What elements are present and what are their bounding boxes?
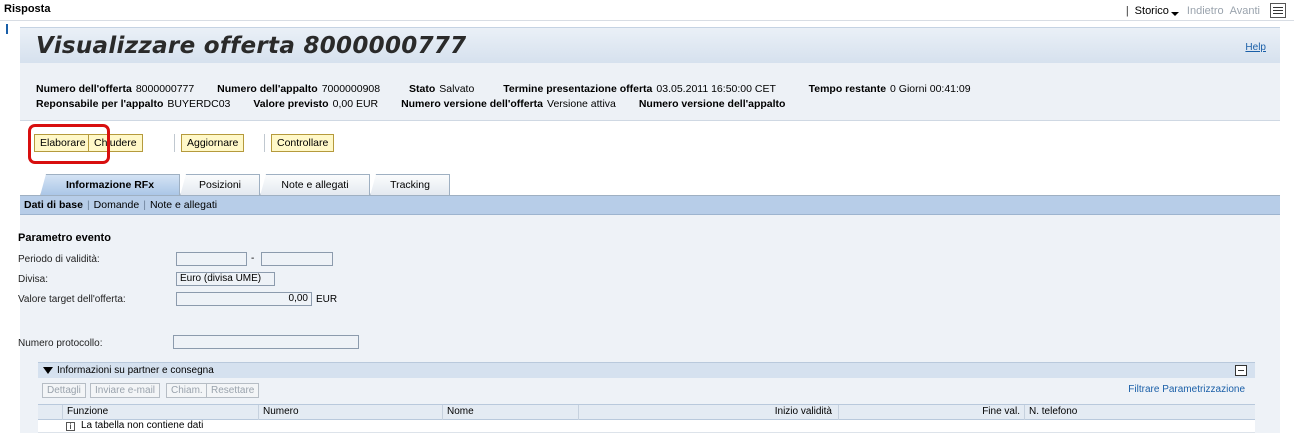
target-value-field[interactable]: 0,00 <box>176 292 312 306</box>
details-button[interactable]: Dettagli <box>42 383 86 398</box>
section-title: Parametro evento <box>18 232 111 244</box>
bid-info-panel: Numero dell'offerta 8000000777 Numero del… <box>20 63 1280 121</box>
tab-tracking[interactable]: Tracking <box>370 174 450 196</box>
validity-from-field[interactable] <box>176 252 247 266</box>
tender-number-label: Numero dell'appalto <box>217 83 318 95</box>
table-row: i La tabella non contiene dati <box>38 420 1255 433</box>
target-unit: EUR <box>316 294 338 305</box>
empty-table-text: La tabella non contiene dati <box>81 420 204 431</box>
update-button[interactable]: Aggiornare <box>181 134 245 152</box>
history-link[interactable]: Storico <box>1135 5 1169 17</box>
help-link[interactable]: Help <box>1245 42 1266 53</box>
responsible-value: BUYERDC03 <box>167 98 231 110</box>
bid-number-value: 8000000777 <box>135 83 195 95</box>
protocol-label: Numero protocollo: <box>18 338 103 349</box>
tab-rfx-info[interactable]: Informazione RFx <box>40 174 180 196</box>
column-header-phone[interactable]: N. telefono <box>1024 405 1255 420</box>
partners-group-header[interactable]: Informazioni su partner e consegna <box>38 362 1255 378</box>
remaining-time-label: Tempo restante <box>808 83 887 95</box>
info-icon: i <box>66 422 75 431</box>
tender-number-value: 7000000908 <box>321 83 381 95</box>
subnav-basic-data[interactable]: Dati di base <box>24 199 83 211</box>
page-header: Visualizzare offerta 8000000777 Help <box>20 27 1280 63</box>
filter-link[interactable]: Filtrare <box>1128 384 1159 395</box>
top-navigation: | Storico Indietro Avanti <box>1126 3 1286 18</box>
currency-field[interactable]: Euro (divisa UME) <box>176 272 275 286</box>
remaining-time-value: 0 Giorni 00:41:09 <box>890 83 971 95</box>
dash-separator: - <box>251 253 255 264</box>
tab-positions[interactable]: Posizioni <box>180 174 260 196</box>
reset-button[interactable]: Resettare <box>206 383 260 398</box>
column-header-number[interactable]: Numero <box>258 405 442 420</box>
triangle-down-icon[interactable] <box>43 367 53 374</box>
top-bar: Risposta | Storico Indietro Avanti <box>0 0 1294 21</box>
status-value: Salvato <box>439 83 475 95</box>
info-row-2: Reponsabile per l'appalto BUYERDC03 Valor… <box>36 98 789 110</box>
target-value-label: Valore target dell'offerta: <box>18 294 126 305</box>
partners-toolbar: Dettagli Inviare e-mail Chiam. Resettare… <box>38 380 1255 400</box>
chevron-down-icon[interactable] <box>1170 11 1179 16</box>
highlight-annotation <box>28 124 110 164</box>
back-link[interactable]: Indietro <box>1187 5 1224 17</box>
send-email-button[interactable]: Inviare e-mail <box>90 383 161 398</box>
partners-group-title: Informazioni su partner e consegna <box>57 365 214 376</box>
deadline-label: Termine presentazione offerta <box>503 83 653 95</box>
document-title: Visualizzare offerta 8000000777 <box>36 33 467 59</box>
expected-value: 0,00 EUR <box>332 98 379 110</box>
table-links: Filtrare Parametrizzazione <box>1128 384 1245 395</box>
settings-link[interactable]: Parametrizzazione <box>1162 384 1245 395</box>
column-header-name[interactable]: Nome <box>442 405 578 420</box>
sub-navigation: Dati di base | Domande | Note e allegati <box>20 196 1280 215</box>
tender-version-label: Numero versione dell'appalto <box>638 98 786 110</box>
deadline-value: 03.05.2011 16:50:00 CET <box>656 83 776 95</box>
column-header-function[interactable]: Funzione <box>62 405 258 420</box>
currency-label: Divisa: <box>18 274 49 285</box>
call-button[interactable]: Chiam. <box>166 383 208 398</box>
forward-link[interactable]: Avanti <box>1230 5 1260 17</box>
subnav-notes[interactable]: Note e allegati <box>150 199 217 211</box>
toolbar-separator <box>174 134 175 152</box>
menu-icon[interactable] <box>1270 3 1286 18</box>
left-marker <box>6 24 8 34</box>
action-toolbar: Elaborare Chiudere Aggiornare Controllar… <box>20 122 1280 160</box>
check-button[interactable]: Controllare <box>271 134 335 152</box>
validity-label: Periodo di validità: <box>18 254 100 265</box>
separator: | <box>86 199 90 211</box>
column-header-valid-from[interactable]: Inizio validità <box>578 405 838 420</box>
content-panel <box>20 215 1280 433</box>
column-header-valid-to[interactable]: Fine val. <box>838 405 1024 420</box>
status-label: Stato <box>409 83 436 95</box>
info-row-1: Numero dell'offerta 8000000777 Numero del… <box>36 83 971 95</box>
expected-value-label: Valore previsto <box>253 98 329 110</box>
toolbar-separator <box>264 134 265 152</box>
partners-table-header: Funzione Numero Nome Inizio validità Fin… <box>38 404 1255 420</box>
separator: | <box>143 199 146 211</box>
protocol-field[interactable] <box>173 335 359 349</box>
validity-to-field[interactable] <box>261 252 333 266</box>
collapse-icon[interactable] <box>1235 365 1247 376</box>
page-title: Risposta <box>4 3 51 15</box>
bid-version-value: Versione attiva <box>547 98 616 110</box>
tab-notes-attachments[interactable]: Note e allegati <box>260 174 370 196</box>
bid-number-label: Numero dell'offerta <box>36 83 132 95</box>
separator: | <box>1125 4 1129 17</box>
responsible-label: Reponsabile per l'appalto <box>36 98 164 110</box>
subnav-questions[interactable]: Domande <box>94 199 140 211</box>
bid-version-label: Numero versione dell'offerta <box>401 98 544 110</box>
